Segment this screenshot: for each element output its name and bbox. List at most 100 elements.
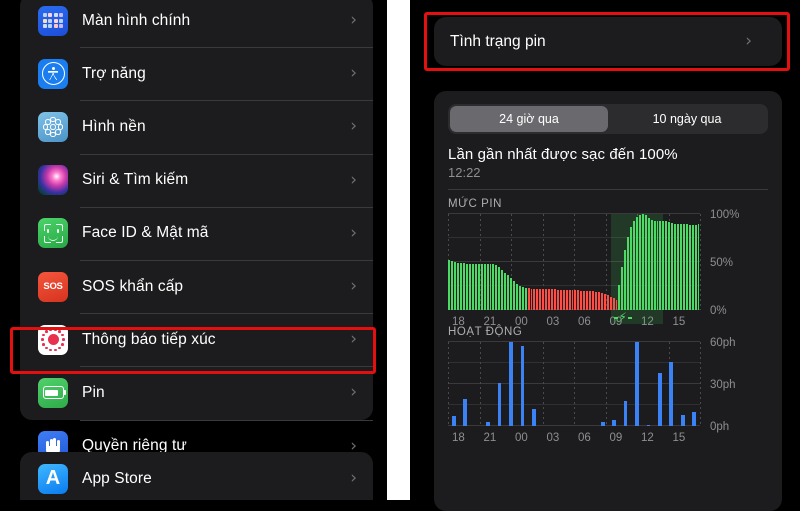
settings-row-label: Face ID & Mật mã bbox=[82, 224, 209, 242]
settings-row-home-screen[interactable]: Màn hình chính › bbox=[20, 0, 373, 47]
face-id-icon bbox=[38, 218, 68, 249]
row-divider bbox=[80, 153, 373, 155]
chart-bar bbox=[512, 281, 515, 310]
app-store-icon: A bbox=[38, 463, 68, 494]
time-range-segmented-control[interactable]: 24 giờ qua 10 ngày qua bbox=[448, 104, 768, 134]
settings-row-exposure-notifications[interactable]: Thông báo tiếp xúc › bbox=[20, 313, 373, 366]
tab-last-10-days[interactable]: 10 ngày qua bbox=[608, 106, 766, 132]
chart-bar bbox=[551, 288, 553, 310]
tab-last-24-hours[interactable]: 24 giờ qua bbox=[450, 106, 608, 132]
chart-bar bbox=[497, 382, 502, 426]
settings-row-siri-search[interactable]: Siri & Tìm kiếm › bbox=[20, 153, 373, 207]
y-axis-tick-label: 0ph bbox=[710, 421, 730, 433]
chevron-right-icon: › bbox=[350, 276, 357, 297]
chart-bar bbox=[694, 224, 697, 310]
x-axis-tick-label: 06 bbox=[578, 316, 591, 328]
siri-icon bbox=[38, 165, 68, 196]
chevron-right-icon: › bbox=[350, 116, 357, 137]
row-divider bbox=[80, 206, 373, 208]
chart-bar bbox=[685, 223, 688, 310]
chart-bar bbox=[495, 264, 498, 310]
settings-row-accessibility[interactable]: Trợ năng › bbox=[20, 47, 373, 100]
chart-bar bbox=[507, 275, 510, 310]
row-divider bbox=[80, 419, 373, 421]
home-screen-icon bbox=[38, 5, 68, 36]
charging-bolt-icon: ⚡ bbox=[613, 311, 633, 323]
chart-bar bbox=[457, 262, 460, 310]
chart-bar bbox=[669, 361, 674, 426]
activity-plot-area: 0ph 30ph 60ph 18 21 00 03 06 09 12 15 bbox=[448, 337, 736, 444]
chart-bar bbox=[559, 289, 562, 310]
x-axis-tick-label: 00 bbox=[515, 432, 528, 444]
chart-bar bbox=[454, 262, 457, 310]
settings-row-emergency-sos[interactable]: SOS SOS khẩn cấp › bbox=[20, 259, 373, 313]
x-gridline bbox=[448, 342, 449, 426]
chart-bar bbox=[477, 263, 480, 310]
x-axis-tick-label: 18 bbox=[452, 316, 465, 328]
chart-bar bbox=[671, 222, 674, 310]
chart-bar bbox=[486, 263, 489, 310]
x-axis-tick-label: 15 bbox=[672, 316, 686, 328]
chart-bar bbox=[600, 292, 603, 310]
chart-bar bbox=[697, 223, 700, 310]
chart-bar bbox=[692, 412, 697, 426]
x-gridline bbox=[700, 342, 701, 426]
x-axis-tick-label: 06 bbox=[578, 432, 591, 444]
y-axis-tick-label: 100% bbox=[710, 209, 740, 221]
chart-bar bbox=[460, 262, 463, 310]
chart-bar bbox=[583, 290, 586, 310]
chart-bar bbox=[580, 290, 583, 310]
settings-row-label: Trợ năng bbox=[82, 64, 146, 82]
chart-bar bbox=[677, 223, 679, 310]
x-axis-tick-label: 09 bbox=[609, 432, 623, 444]
chart-bar bbox=[623, 400, 628, 426]
chart-bar bbox=[647, 217, 650, 310]
chart-bar bbox=[486, 421, 491, 426]
row-divider bbox=[80, 313, 373, 315]
chart-bar bbox=[568, 289, 571, 310]
chart-bar bbox=[536, 288, 539, 310]
chart-bar bbox=[657, 372, 662, 426]
chart-bar bbox=[679, 223, 682, 310]
chart-bar bbox=[600, 421, 605, 426]
chart-bar bbox=[545, 288, 548, 310]
x-axis-tick-label: 21 bbox=[483, 316, 497, 328]
chart-bar bbox=[646, 424, 651, 426]
chart-bar bbox=[624, 250, 627, 310]
chart-bar bbox=[531, 409, 536, 426]
chart-bar bbox=[592, 290, 594, 310]
settings-row-label: Pin bbox=[82, 383, 105, 401]
chart-bar bbox=[466, 263, 468, 310]
chevron-right-icon: › bbox=[350, 382, 357, 403]
chevron-right-icon: › bbox=[350, 468, 357, 489]
chart-bar bbox=[448, 260, 451, 310]
chart-bar bbox=[548, 288, 551, 310]
battery-health-row[interactable]: Tình trạng pin › bbox=[434, 17, 782, 66]
settings-row-wallpaper[interactable]: Hình nền › bbox=[20, 100, 373, 153]
chart-bar bbox=[574, 289, 577, 310]
chart-bar bbox=[451, 261, 454, 310]
chart-bar bbox=[621, 266, 624, 310]
settings-row-face-id[interactable]: Face ID & Mật mã › bbox=[20, 206, 373, 260]
settings-row-app-store[interactable]: A App Store › bbox=[20, 452, 373, 500]
x-gridline bbox=[542, 342, 544, 426]
chart-bar bbox=[521, 286, 524, 310]
chart-bar bbox=[562, 289, 565, 310]
chart-bar bbox=[571, 289, 574, 310]
chart-bar bbox=[451, 416, 456, 426]
settings-group-secondary: A App Store › bbox=[20, 452, 373, 500]
chart-bar bbox=[553, 288, 556, 310]
chart-bar bbox=[615, 300, 618, 310]
settings-row-battery[interactable]: Pin › bbox=[20, 366, 373, 419]
settings-row-label: Siri & Tìm kiếm bbox=[82, 171, 189, 189]
row-divider bbox=[80, 366, 373, 368]
chart-bar bbox=[612, 420, 617, 426]
chart-bar bbox=[653, 220, 656, 310]
last-charge-label: Lần gần nhất được sạc đến 100% bbox=[448, 146, 678, 163]
last-charge-time: 12:22 bbox=[448, 165, 481, 180]
settings-row-label: SOS khẩn cấp bbox=[82, 277, 184, 295]
chart-bar bbox=[556, 289, 559, 310]
chart-bar bbox=[618, 285, 621, 310]
chart-bar bbox=[539, 288, 542, 310]
chevron-right-icon: › bbox=[350, 10, 357, 31]
